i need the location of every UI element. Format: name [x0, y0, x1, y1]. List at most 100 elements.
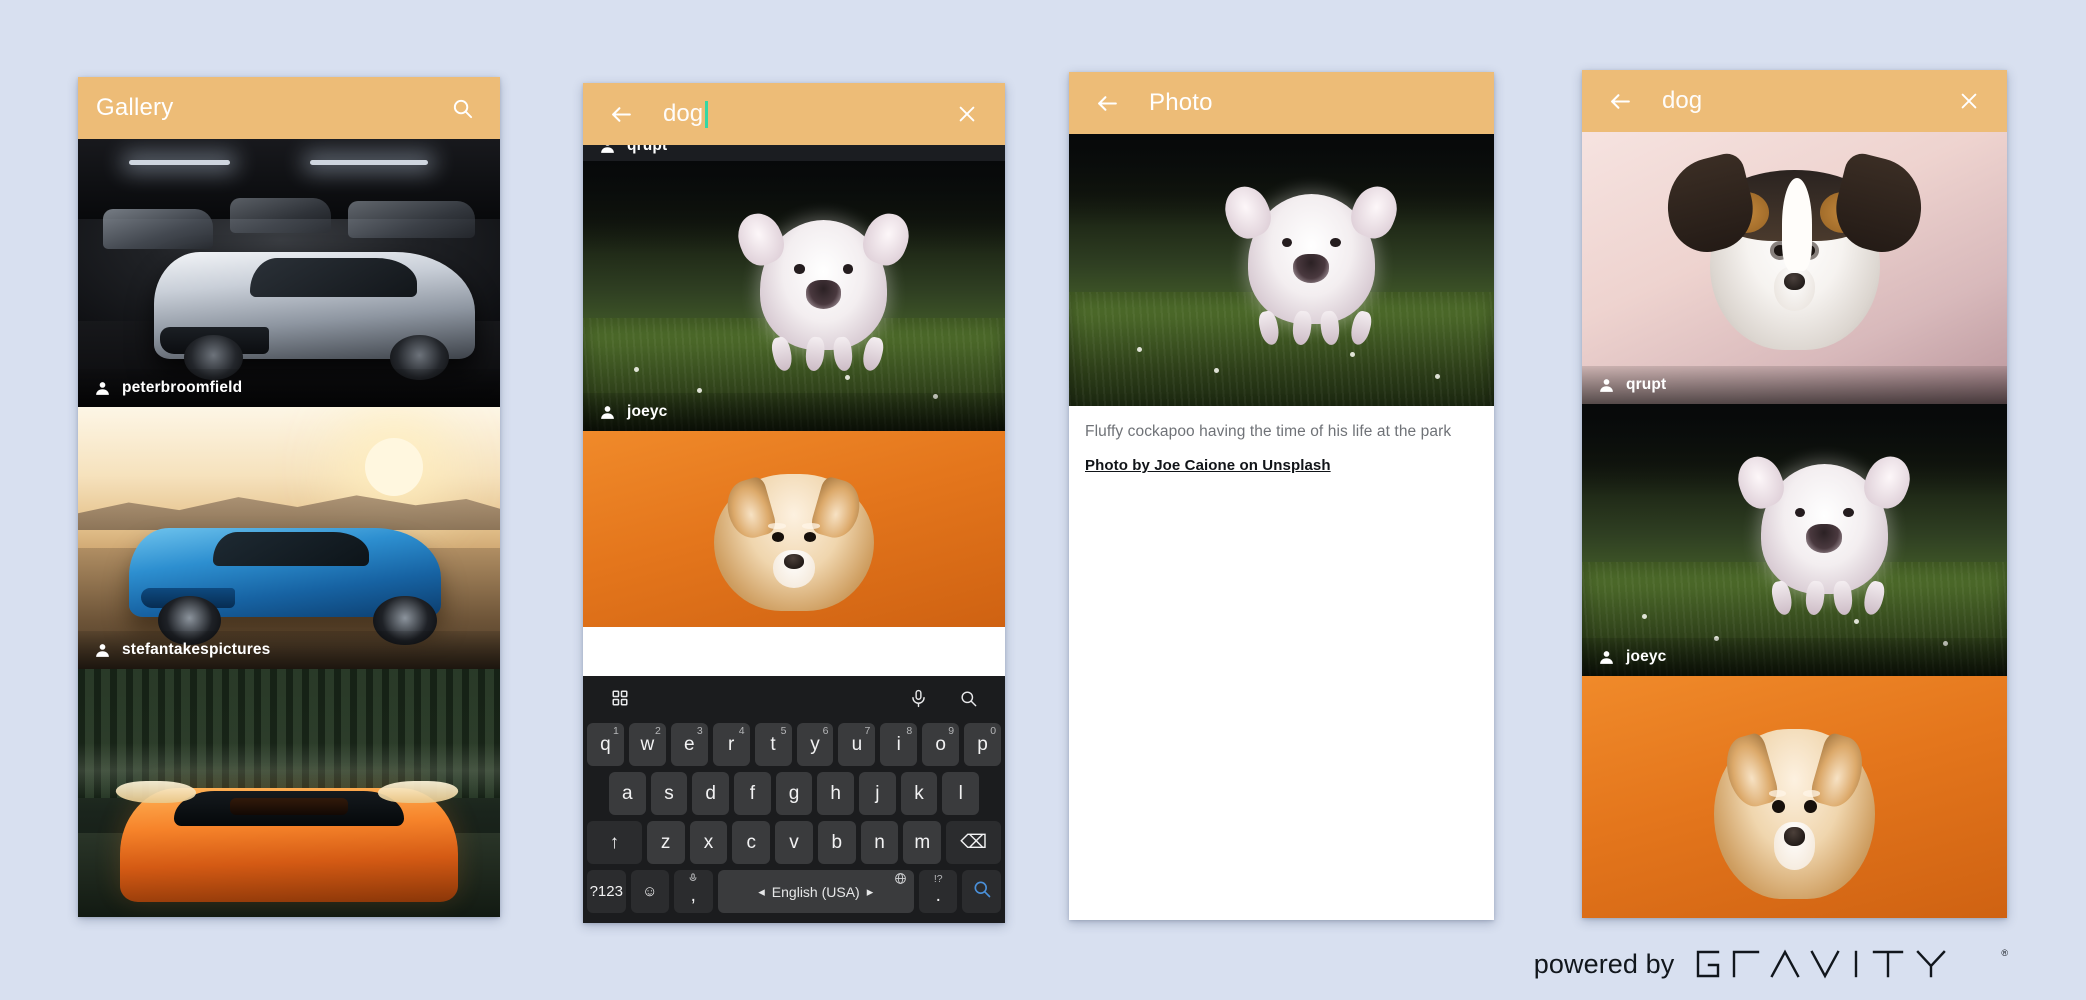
key-r[interactable]: 4r — [712, 723, 750, 766]
list-item[interactable] — [1582, 676, 2007, 918]
gallery-list[interactable]: peterbroomfield stefantakespictures — [78, 139, 500, 917]
key-period[interactable]: !? . — [918, 870, 958, 913]
key-c[interactable]: c — [732, 821, 771, 864]
key-search-action[interactable] — [962, 870, 1001, 913]
key-space[interactable]: ◂ English (USA) ▸ — [717, 870, 914, 913]
search-results-list[interactable]: qrupt joeyc 1 q 2 w 3 e 4 r 5 t 6 y 7 u … — [583, 145, 1005, 923]
keyboard-grid-icon[interactable] — [603, 681, 637, 715]
person-icon — [96, 381, 109, 395]
photo-credit: peterbroomfield — [78, 369, 500, 407]
list-item[interactable]: peterbroomfield — [78, 139, 500, 407]
mic-icon — [688, 873, 698, 886]
photo-credit: stefantakespictures — [78, 631, 500, 669]
onscreen-keyboard[interactable]: 1q 2w 3e 4r 5t 6y 7u 8i 9o 0p a s d f g — [583, 676, 1005, 923]
key-sup: 1 — [613, 725, 619, 737]
partial-list-item[interactable]: qrupt — [583, 145, 1005, 161]
key-j[interactable]: j — [859, 772, 896, 815]
list-item[interactable] — [583, 431, 1005, 627]
key-k[interactable]: k — [900, 772, 938, 815]
key-sup: 7 — [864, 725, 871, 737]
space-language-label: English (USA) — [771, 883, 860, 900]
key-u[interactable]: 7u — [838, 723, 876, 766]
photo-corgi-puppy — [1582, 676, 2007, 918]
key-m[interactable]: m — [903, 821, 942, 864]
list-item[interactable]: joeyc — [583, 161, 1005, 431]
list-item[interactable]: joeyc — [1582, 404, 2007, 676]
person-icon — [601, 405, 614, 419]
key-i[interactable]: 8i — [880, 723, 918, 766]
key-t[interactable]: 5t — [754, 723, 792, 766]
keyboard-row-3: ↑ z x c v b n m ⌫ — [583, 818, 1005, 867]
search-input[interactable]: dog — [663, 100, 947, 128]
detail-empty-area — [1069, 473, 1494, 920]
key-label: y — [810, 733, 820, 755]
key-w[interactable]: 2w — [628, 723, 666, 766]
key-e[interactable]: 3e — [670, 723, 708, 766]
key-numeric-symbols[interactable]: ?123 — [587, 870, 626, 913]
microphone-icon[interactable] — [901, 681, 935, 715]
list-item[interactable]: stefantakespictures — [78, 407, 500, 669]
keyboard-row-4: ?123 ☺ , ◂ English (USA) ▸ !? . — [583, 867, 1005, 916]
key-x[interactable]: x — [689, 821, 728, 864]
gallery-appbar: Gallery — [78, 77, 500, 139]
key-p[interactable]: 0p — [964, 723, 1002, 766]
person-icon — [1600, 650, 1613, 664]
key-v[interactable]: v — [775, 821, 813, 864]
arrow-left-icon[interactable] — [1600, 81, 1640, 121]
key-sup: 2 — [654, 725, 661, 737]
text-caret — [705, 100, 709, 128]
photo-cockapoo-park — [1069, 134, 1494, 406]
results-list[interactable]: qrupt joeyc — [1582, 132, 2007, 918]
detail-photo[interactable] — [1069, 134, 1494, 406]
keyboard-row-2: a s d f g h j k l — [583, 769, 1005, 818]
key-shift[interactable]: ↑ — [586, 821, 642, 864]
photo-garage-car — [78, 139, 500, 407]
key-label: p — [977, 733, 988, 755]
photo-credit: qrupt — [583, 145, 1005, 161]
key-f[interactable]: f — [734, 772, 771, 815]
person-icon — [1600, 378, 1613, 392]
key-h[interactable]: h — [817, 772, 855, 815]
list-item[interactable] — [78, 669, 500, 917]
key-g[interactable]: g — [775, 772, 813, 815]
key-sup: 0 — [990, 725, 997, 737]
photo-attribution-link[interactable]: Photo by Joe Caione on Unsplash — [1085, 457, 1494, 474]
key-l[interactable]: l — [942, 772, 980, 815]
search-query-text: dog — [663, 100, 704, 127]
key-b[interactable]: b — [817, 821, 856, 864]
search-icon[interactable] — [442, 88, 482, 128]
key-sup: 6 — [822, 725, 829, 737]
credit-name: peterbroomfield — [122, 379, 243, 396]
key-comma[interactable]: , — [674, 870, 713, 913]
key-d[interactable]: d — [692, 772, 729, 815]
key-label: , — [690, 885, 696, 906]
list-item[interactable]: qrupt — [1582, 132, 2007, 404]
dog-figure — [1217, 179, 1405, 347]
close-icon[interactable] — [1949, 81, 1989, 121]
dog-figure — [1730, 449, 1918, 617]
close-icon[interactable] — [947, 94, 987, 134]
key-q[interactable]: 1q — [586, 723, 624, 766]
search-input[interactable]: dog — [1662, 87, 1949, 115]
key-label: e — [683, 733, 695, 755]
key-label: t — [770, 733, 776, 755]
gravity-wordmark-icon — [1697, 949, 1947, 979]
globe-icon — [894, 872, 907, 888]
key-emoji[interactable]: ☺ — [630, 870, 670, 913]
arrow-left-icon[interactable] — [601, 94, 641, 134]
registered-mark: ® — [2001, 948, 2008, 958]
key-backspace[interactable]: ⌫ — [946, 821, 1002, 864]
photo-cockapoo-park — [1582, 404, 2007, 676]
arrow-left-icon[interactable] — [1087, 83, 1127, 123]
key-y[interactable]: 6y — [796, 723, 834, 766]
credit-name: joeyc — [627, 403, 668, 420]
key-s[interactable]: s — [650, 772, 688, 815]
photo-credit: joeyc — [1582, 638, 2007, 676]
key-n[interactable]: n — [860, 821, 899, 864]
key-z[interactable]: z — [646, 821, 685, 864]
key-a[interactable]: a — [608, 772, 646, 815]
keyboard-search-icon[interactable] — [951, 681, 985, 715]
phone-search: dog qrupt joeyc 1 q 2 w 3 e 4 r 5 t 6 y … — [583, 83, 1005, 923]
keyboard-toolbar — [583, 676, 1005, 720]
key-o[interactable]: 9o — [922, 723, 960, 766]
